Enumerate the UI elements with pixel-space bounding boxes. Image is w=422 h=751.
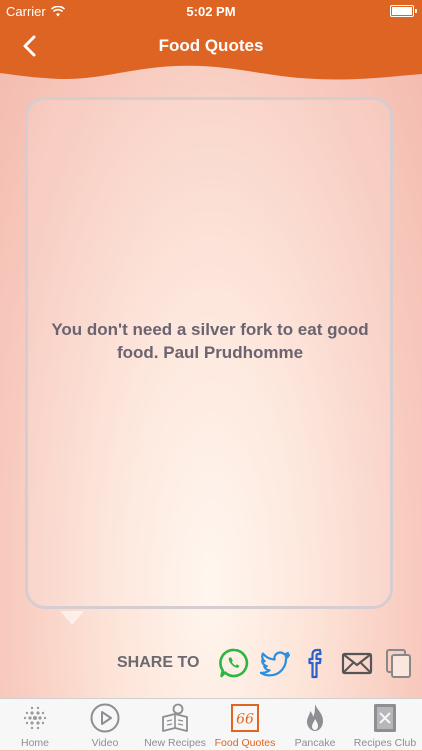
tab-recipes-club[interactable]: Recipes Club [350,699,420,751]
share-label: SHARE TO [117,654,200,671]
twitter-share-button[interactable] [258,646,292,680]
tab-bar: Home Video New Recipes 66 Food Quotes Pa… [0,698,422,750]
tab-label: Video [91,737,119,749]
copy-icon [386,649,411,678]
status-bar: Carrier 5:02 PM [0,0,422,22]
tab-pancake[interactable]: Pancake [280,699,350,751]
play-circle-icon [90,703,120,733]
mail-icon [341,652,373,675]
flame-icon [307,704,323,731]
tab-label: Home [20,737,49,749]
tab-new-recipes[interactable]: New Recipes [140,699,210,751]
tab-video[interactable]: Video [70,699,140,751]
copy-button[interactable] [381,646,415,680]
recipe-book-icon [162,703,188,732]
battery-icon [390,5,417,17]
email-share-button[interactable] [340,646,374,680]
tab-label: Food Quotes [214,737,276,749]
quote-66-glyph: 66 [236,712,254,728]
club-book-icon [374,704,396,732]
tab-food-quotes[interactable]: 66 Food Quotes [210,699,280,751]
quote-66-icon: 66 [231,704,259,732]
facebook-icon [308,648,322,679]
tab-label: New Recipes [144,737,206,749]
tab-label: Recipes Club [353,737,417,749]
page-title: Food Quotes [158,36,264,55]
share-bar: SHARE TO [0,646,422,682]
status-time: 5:02 PM [186,4,236,19]
whatsapp-share-button[interactable] [217,646,251,680]
twitter-icon [259,651,291,677]
tab-label: Pancake [294,737,336,749]
facebook-share-button[interactable] [299,646,333,680]
quote-text: You don't need a silver fork to eat good… [51,320,369,362]
grid-dots-icon [23,706,47,730]
tab-home[interactable]: Home [0,699,70,751]
quote-card-pointer [60,611,84,625]
whatsapp-icon [219,648,249,678]
